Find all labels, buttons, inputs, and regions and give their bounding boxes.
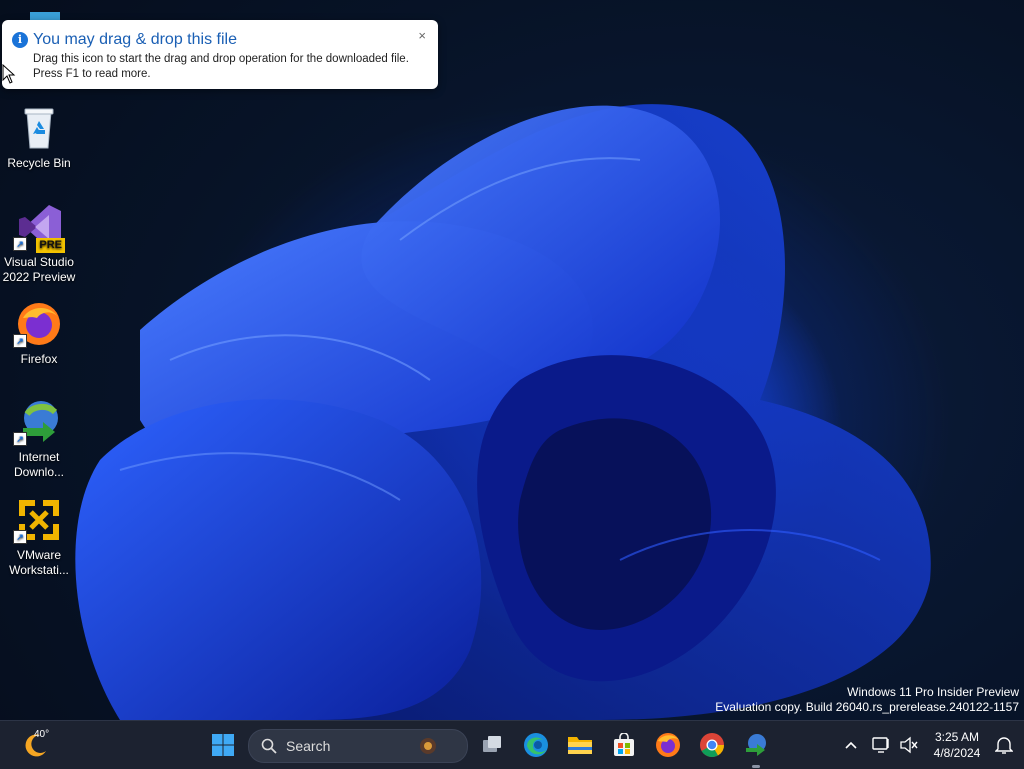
- firefox-icon: ↗: [13, 300, 63, 348]
- desktop-icon-internet-download-manager[interactable]: ↗ Internet Downlo...: [2, 398, 76, 480]
- preview-badge: PRE: [36, 238, 65, 253]
- network-tray-button[interactable]: [868, 729, 896, 761]
- idm-taskbar-button[interactable]: [740, 729, 772, 768]
- edge-icon: [524, 733, 548, 757]
- notification-line2: Press F1 to read more.: [33, 68, 151, 80]
- notification-body: Drag this icon to start the drag and dro…: [33, 52, 409, 82]
- search-highlight-icon: [420, 738, 436, 754]
- weather-widget[interactable]: 40°: [16, 729, 56, 761]
- vmware-label-line2: Workstati...: [9, 563, 69, 577]
- recycle-bin-label: Recycle Bin: [7, 156, 71, 170]
- recycle-bin-icon: [15, 104, 63, 152]
- internet-download-manager-icon: ↗: [13, 398, 63, 446]
- vmware-icon: ↗: [13, 496, 63, 544]
- vmware-label-line1: VMware: [16, 548, 61, 562]
- watermark-line2: Evaluation copy. Build 26040.rs_prerelea…: [715, 700, 1019, 714]
- idm-label-line2: Downlo...: [13, 465, 65, 479]
- taskbar: 40° Search 3:25 AM 4/8/2024: [0, 720, 1024, 769]
- task-view-icon: [483, 736, 501, 752]
- chevron-up-icon: [845, 741, 857, 749]
- search-placeholder: Search: [286, 738, 331, 754]
- task-view-button[interactable]: [476, 729, 508, 761]
- desktop-icon-vmware[interactable]: ↗ VMware Workstati...: [2, 496, 76, 578]
- volume-tray-button[interactable]: [896, 729, 922, 761]
- shortcut-arrow-icon: ↗: [13, 334, 27, 348]
- windows-logo-icon: [212, 734, 234, 756]
- clock-time: 3:25 AM: [934, 730, 980, 744]
- idm-label-line1: Internet: [18, 450, 60, 464]
- desktop-icon-visual-studio[interactable]: PRE ↗ Visual Studio 2022 Preview: [2, 203, 76, 285]
- start-button[interactable]: [207, 729, 239, 761]
- clock-date: 4/8/2024: [933, 746, 981, 760]
- internet-download-manager-icon: [746, 734, 766, 756]
- firefox-label: Firefox: [20, 352, 58, 366]
- shortcut-arrow-icon: ↗: [13, 432, 27, 446]
- microsoft-store-taskbar-button[interactable]: [608, 729, 640, 761]
- chrome-taskbar-button[interactable]: [696, 729, 728, 761]
- notifications-button[interactable]: [990, 729, 1018, 761]
- notification-title: You may drag & drop this file: [33, 31, 237, 48]
- search-icon: [261, 738, 277, 754]
- wallpaper-bloom: [75, 104, 931, 720]
- chrome-icon: [700, 733, 724, 758]
- watermark-line1: Windows 11 Pro Insider Preview: [847, 685, 1019, 699]
- show-hidden-icons-button[interactable]: [836, 729, 866, 761]
- info-icon: i: [12, 32, 28, 48]
- desktop-icon-recycle-bin[interactable]: Recycle Bin: [2, 104, 76, 171]
- visual-studio-label-line1: Visual Studio: [4, 255, 74, 269]
- drag-drop-notification[interactable]: i You may drag & drop this file Drag thi…: [2, 20, 438, 89]
- desktop-icon-firefox[interactable]: ↗ Firefox: [2, 300, 76, 367]
- shortcut-arrow-icon: ↗: [13, 237, 27, 251]
- folder-icon: [568, 737, 592, 754]
- taskbar-clock[interactable]: 3:25 AM 4/8/2024: [924, 729, 990, 761]
- file-explorer-taskbar-button[interactable]: [564, 729, 596, 761]
- visual-studio-icon: PRE ↗: [13, 203, 65, 253]
- close-button[interactable]: ×: [418, 28, 426, 43]
- mouse-cursor-icon: [2, 64, 16, 84]
- store-bag-icon: [614, 733, 634, 756]
- visual-studio-label-line2: 2022 Preview: [2, 270, 76, 284]
- firefox-icon: [656, 733, 680, 757]
- edge-taskbar-button[interactable]: [520, 729, 552, 761]
- taskbar-search-box[interactable]: Search: [248, 729, 468, 763]
- notification-line1: Drag this icon to start the drag and dro…: [33, 53, 409, 65]
- network-icon: [872, 737, 889, 753]
- shortcut-arrow-icon: ↗: [13, 530, 27, 544]
- speaker-muted-icon: [900, 736, 918, 754]
- weather-temperature: 40°: [34, 729, 50, 740]
- bell-icon: [995, 737, 1013, 754]
- evaluation-watermark: Windows 11 Pro Insider Preview Evaluatio…: [715, 685, 1019, 715]
- firefox-taskbar-button[interactable]: [652, 729, 684, 761]
